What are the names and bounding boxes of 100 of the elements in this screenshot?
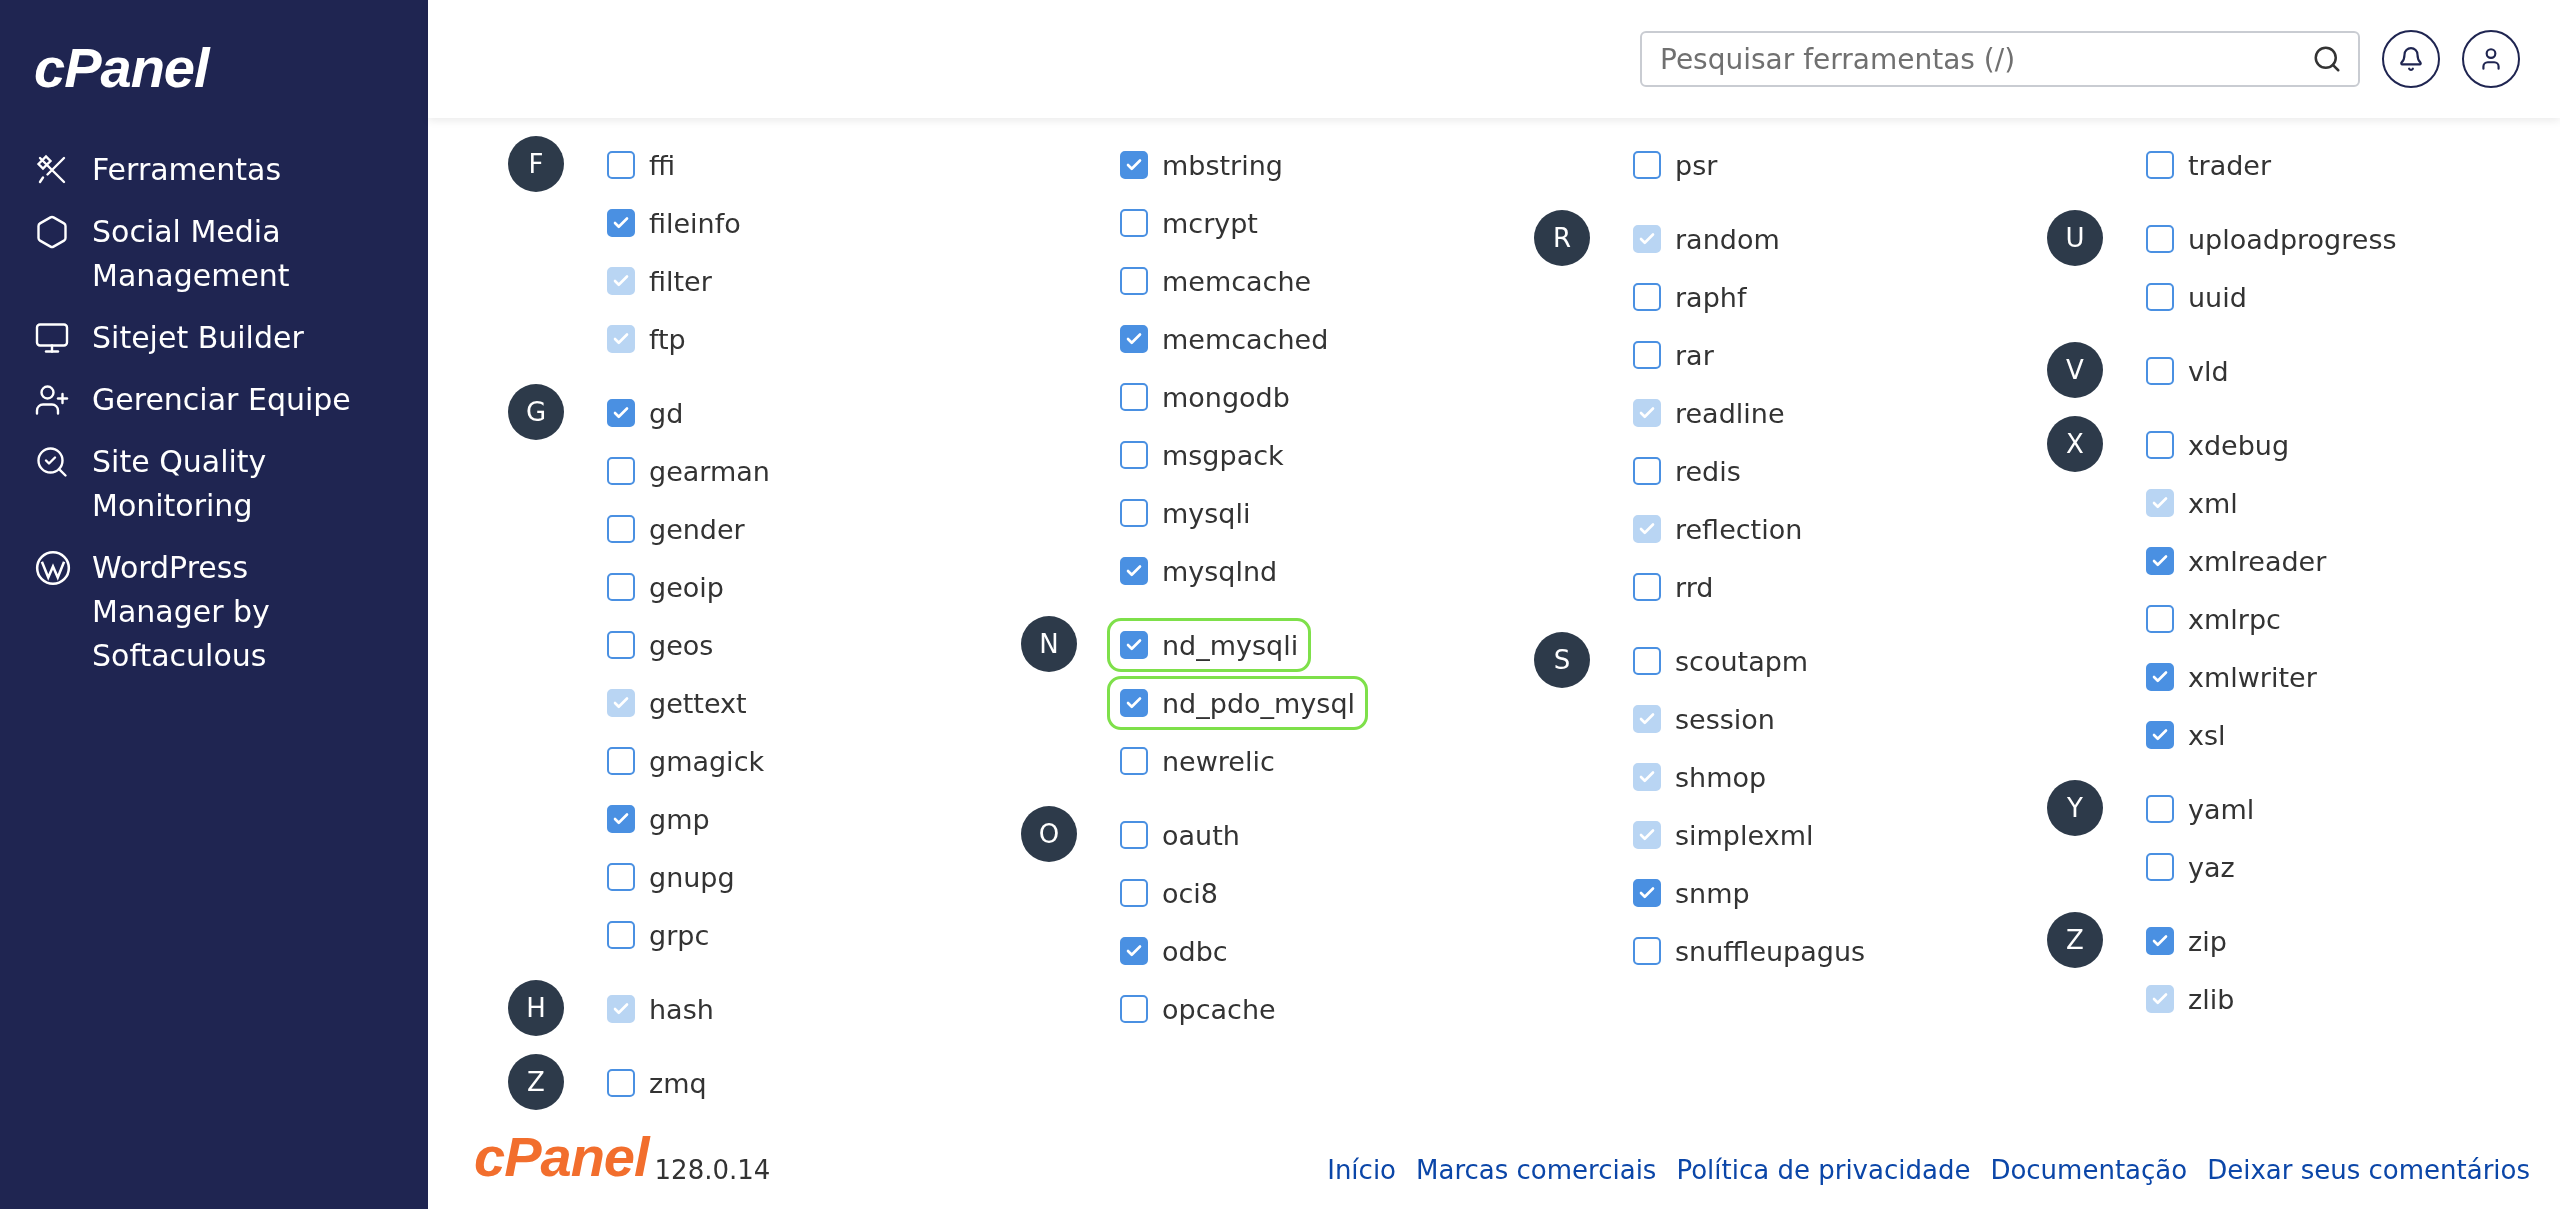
checkbox[interactable] (2146, 151, 2174, 179)
checkbox[interactable] (1120, 267, 1148, 295)
extension-label: mongodb (1162, 381, 1290, 413)
extension-label: zmq (649, 1067, 707, 1099)
checkbox[interactable] (1633, 283, 1661, 311)
checkbox[interactable] (607, 1069, 635, 1097)
checkbox[interactable] (2146, 605, 2174, 633)
checkbox[interactable] (2146, 853, 2174, 881)
letter-badge: Z (2047, 912, 2103, 968)
extension-label: gearman (649, 455, 770, 487)
checkbox[interactable] (607, 399, 635, 427)
extension-label: zip (2188, 925, 2227, 957)
checkbox[interactable] (2146, 225, 2174, 253)
sidebar-item[interactable]: Site Quality Monitoring (34, 440, 364, 528)
notifications-button[interactable] (2382, 30, 2440, 88)
extension-label: fileinfo (649, 207, 741, 239)
extension-label: psr (1675, 149, 1718, 181)
checkbox[interactable] (1120, 631, 1148, 659)
letter-badge: S (1534, 632, 1590, 688)
checkbox[interactable] (1120, 325, 1148, 353)
extension-label: rrd (1675, 571, 1714, 603)
extension-label: redis (1675, 455, 1741, 487)
checkbox[interactable] (1633, 879, 1661, 907)
sidebar-item[interactable]: Gerenciar Equipe (34, 378, 364, 422)
checkbox[interactable] (1120, 995, 1148, 1023)
extension-label: gmp (649, 803, 710, 835)
checkbox[interactable] (1120, 557, 1148, 585)
version-text: 128.0.14 (654, 1155, 771, 1185)
extension-label: xml (2188, 487, 2238, 519)
checkbox[interactable] (607, 457, 635, 485)
user-button[interactable] (2462, 30, 2520, 88)
checkbox[interactable] (1633, 573, 1661, 601)
checkbox[interactable] (2146, 357, 2174, 385)
checkbox[interactable] (607, 151, 635, 179)
extension-label: mysqlnd (1162, 555, 1278, 587)
checkbox[interactable] (2146, 663, 2174, 691)
checkbox[interactable] (607, 747, 635, 775)
extension-label: uuid (2188, 281, 2247, 313)
extension-label: gnupg (649, 861, 735, 893)
checkbox[interactable] (1633, 151, 1661, 179)
search-icon (2312, 44, 2342, 74)
extension-label: xsl (2188, 719, 2226, 751)
letter-badge: Z (508, 1054, 564, 1110)
extension-label: gender (649, 513, 745, 545)
checkbox[interactable] (1633, 937, 1661, 965)
checkbox[interactable] (2146, 795, 2174, 823)
extension-label: xdebug (2188, 429, 2290, 461)
extension-label: yaz (2188, 851, 2235, 883)
checkbox[interactable] (2146, 283, 2174, 311)
letter-badge: X (2047, 416, 2103, 472)
extension-label: reflection (1675, 513, 1803, 545)
letter-badge: F (508, 136, 564, 192)
extension-label: random (1675, 223, 1780, 255)
checkbox[interactable] (607, 863, 635, 891)
search-field[interactable]: Pesquisar ferramentas (/) (1640, 31, 2360, 87)
monitor-icon (34, 320, 70, 356)
checkbox[interactable] (1120, 937, 1148, 965)
sidebar-item[interactable]: Sitejet Builder (34, 316, 364, 360)
checkbox[interactable] (1120, 383, 1148, 411)
sidebar-item[interactable]: WordPress Manager by Softaculous (34, 546, 364, 678)
checkbox[interactable] (1120, 151, 1148, 179)
extension-label: ftp (649, 323, 686, 355)
hexagon-icon (34, 214, 70, 250)
footer-link[interactable]: Política de privacidade (1676, 1155, 1971, 1185)
footer-link[interactable]: Marcas comerciais (1416, 1155, 1657, 1185)
extension-label: mysqli (1162, 497, 1251, 529)
checkbox[interactable] (607, 921, 635, 949)
checkbox[interactable] (2146, 431, 2174, 459)
checkbox[interactable] (1120, 821, 1148, 849)
checkbox[interactable] (607, 805, 635, 833)
checkbox[interactable] (1633, 647, 1661, 675)
checkbox[interactable] (1633, 341, 1661, 369)
checkbox[interactable] (1120, 689, 1148, 717)
checkbox[interactable] (1120, 879, 1148, 907)
footer-logo: cPanel (474, 1129, 649, 1185)
checkbox[interactable] (607, 573, 635, 601)
footer-link[interactable]: Documentação (1990, 1155, 2188, 1185)
extension-label: gmagick (649, 745, 765, 777)
extension-label: filter (649, 265, 712, 297)
extension-label: gettext (649, 687, 747, 719)
extension-label: newrelic (1162, 745, 1275, 777)
footer-link[interactable]: Deixar seus comentários (2207, 1155, 2530, 1185)
checkbox[interactable] (1120, 209, 1148, 237)
sidebar-item[interactable]: Ferramentas (34, 148, 364, 192)
checkbox[interactable] (1633, 457, 1661, 485)
checkbox[interactable] (1120, 499, 1148, 527)
footer-link[interactable]: Início (1327, 1155, 1396, 1185)
extension-label: oauth (1162, 819, 1240, 851)
checkbox[interactable] (1120, 747, 1148, 775)
checkbox[interactable] (2146, 927, 2174, 955)
extension-label: nd_pdo_mysql (1162, 687, 1356, 719)
extension-label: geos (649, 629, 714, 661)
checkbox[interactable] (1120, 441, 1148, 469)
checkbox[interactable] (607, 515, 635, 543)
checkbox[interactable] (607, 631, 635, 659)
letter-badge: G (508, 384, 564, 440)
sidebar-item[interactable]: Social Media Management (34, 210, 364, 298)
checkbox[interactable] (2146, 547, 2174, 575)
checkbox[interactable] (2146, 721, 2174, 749)
checkbox[interactable] (607, 209, 635, 237)
